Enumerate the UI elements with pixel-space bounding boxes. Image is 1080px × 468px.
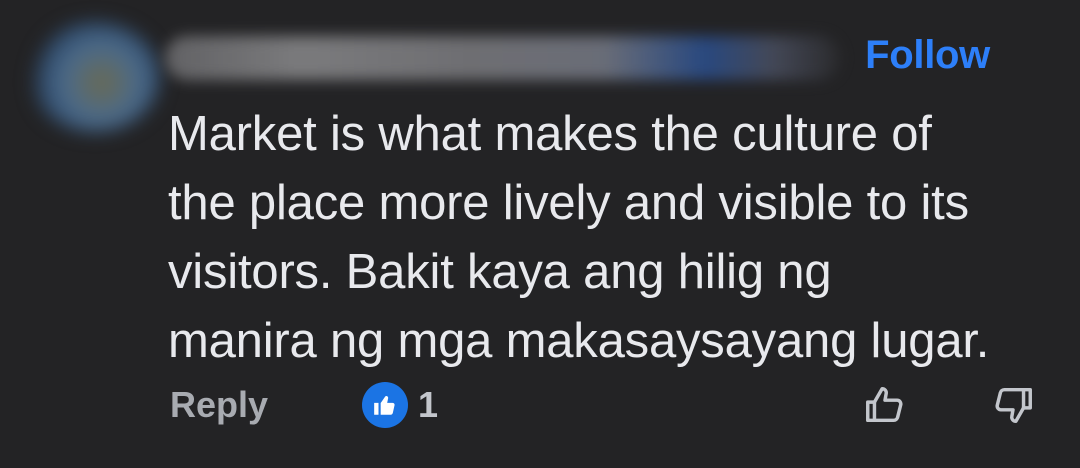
upvote-button[interactable] <box>860 382 910 432</box>
avatar[interactable] <box>30 22 160 132</box>
author-name-redacted[interactable] <box>165 36 840 80</box>
reaction-count: 1 <box>418 384 439 425</box>
follow-button[interactable]: Follow <box>865 33 990 78</box>
thumbs-up-outline-icon <box>862 382 908 433</box>
comment-body: Market is what makes the culture of the … <box>168 100 1048 376</box>
thumbs-down-outline-icon <box>990 382 1036 433</box>
comment-line: Market is what makes the culture of <box>168 107 932 161</box>
downvote-button[interactable] <box>988 382 1038 432</box>
comment-line: visitors. Bakit kaya ang hilig ng <box>168 245 832 299</box>
comment-line: manira ng mga makasaysayang lugar. <box>168 314 990 368</box>
comment-line: the place more lively and visible to its <box>168 176 969 230</box>
reaction-summary[interactable]: 1 <box>362 382 438 428</box>
reply-button[interactable]: Reply <box>170 384 268 426</box>
like-icon <box>362 382 408 428</box>
